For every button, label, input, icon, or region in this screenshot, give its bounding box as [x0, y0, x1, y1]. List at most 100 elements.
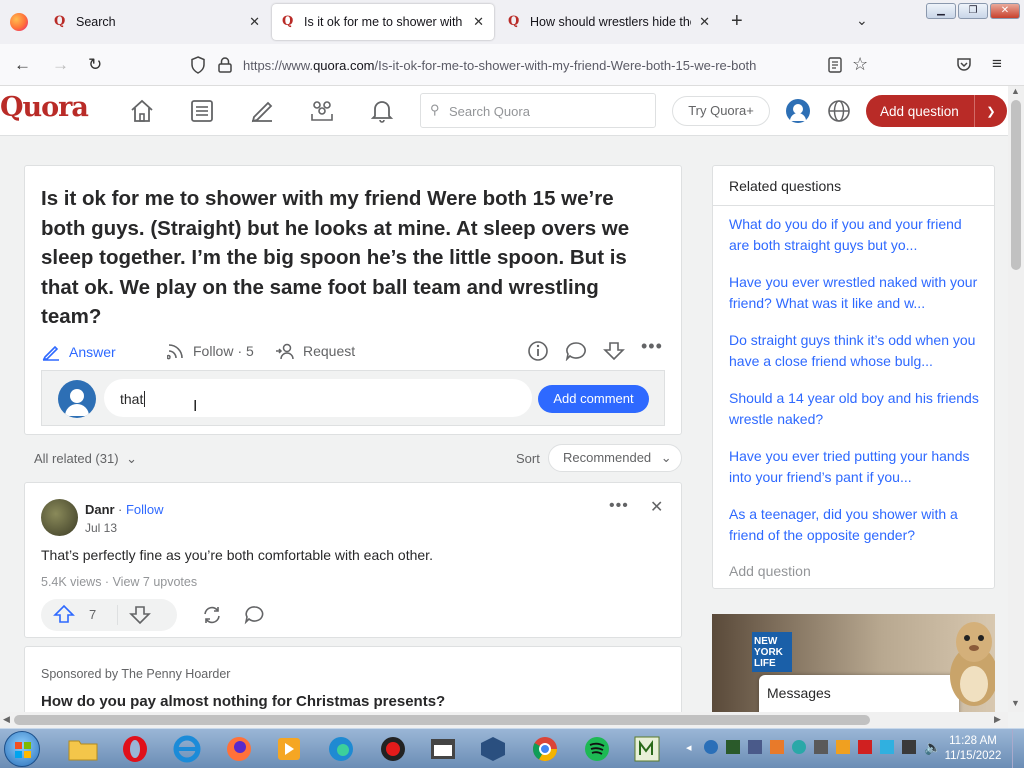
tab-wrestlers[interactable]: Q How should wrestlers hide their ✕: [498, 4, 720, 40]
add-question-link[interactable]: Add question: [729, 563, 811, 579]
more-options-icon[interactable]: •••: [609, 497, 629, 515]
vertical-scrollbar[interactable]: ▲ ▼: [1008, 86, 1024, 712]
reader-view-icon[interactable]: [828, 57, 842, 73]
reload-icon[interactable]: ↻: [88, 55, 102, 75]
chevron-down-icon[interactable]: ❯: [975, 105, 1007, 118]
related-question-link[interactable]: Have you ever wrestled naked with your f…: [729, 272, 979, 314]
tray-app-icon[interactable]: [880, 740, 894, 754]
quora-logo[interactable]: Quora: [0, 92, 89, 123]
answer-button[interactable]: Answer: [41, 342, 116, 362]
volume-speaker-icon[interactable]: 🔈: [924, 739, 941, 756]
tray-app-icon[interactable]: [704, 740, 718, 754]
downvote-icon[interactable]: [603, 341, 625, 361]
dismiss-close-icon[interactable]: ✕: [650, 497, 663, 517]
tray-app-icon[interactable]: [858, 740, 872, 754]
url-text[interactable]: https://www.quora.com/Is-it-ok-for-me-to…: [243, 58, 818, 73]
request-button[interactable]: Request: [275, 342, 355, 360]
notifications-bell-icon[interactable]: [369, 98, 395, 124]
more-options-icon[interactable]: •••: [641, 336, 663, 357]
messages-popup[interactable]: Messages: [759, 675, 959, 712]
info-icon[interactable]: [527, 340, 549, 362]
sort-dropdown[interactable]: Recommended ⌄: [548, 444, 682, 472]
media-player-icon[interactable]: [272, 733, 306, 765]
virtualbox-icon[interactable]: [476, 733, 510, 765]
horizontal-scroll-thumb[interactable]: [14, 715, 870, 725]
pocket-icon[interactable]: [956, 57, 972, 73]
author-name[interactable]: Danr: [85, 502, 115, 517]
scroll-right-arrow-icon[interactable]: ▶: [994, 714, 1001, 725]
tray-app-icon[interactable]: [748, 740, 762, 754]
tray-app-icon[interactable]: [792, 740, 806, 754]
hamburger-menu-icon[interactable]: ≡: [992, 54, 1002, 74]
minimize-window-button[interactable]: ▁: [926, 3, 956, 19]
related-question-link[interactable]: What do you do if you and your friend ar…: [729, 214, 979, 256]
quora-search-input[interactable]: ⚲ Search Quora: [420, 93, 656, 128]
scroll-up-arrow-icon[interactable]: ▲: [1011, 86, 1020, 96]
sponsored-title[interactable]: How do you pay almost nothing for Christ…: [41, 693, 445, 710]
screen-recorder-icon[interactable]: [376, 733, 410, 765]
close-tab-icon[interactable]: ✕: [473, 14, 484, 30]
sponsored-card[interactable]: Sponsored by The Penny Hoarder How do yo…: [24, 646, 682, 716]
tray-expand-arrow-icon[interactable]: ◂: [686, 741, 692, 754]
horizontal-scrollbar[interactable]: ◀ ▶: [0, 712, 1008, 728]
try-quora-plus-button[interactable]: Try Quora+: [672, 96, 770, 126]
question-title[interactable]: Is it ok for me to shower with my friend…: [41, 184, 661, 332]
tab-search[interactable]: Q Search ✕: [44, 4, 270, 40]
follow-author-link[interactable]: · Follow: [118, 502, 164, 517]
view-upvotes-link[interactable]: View 7 upvotes: [113, 575, 198, 589]
list-all-tabs-chevron-icon[interactable]: ⌄: [856, 12, 868, 29]
lock-icon[interactable]: [218, 57, 232, 73]
internet-explorer-icon[interactable]: [170, 733, 204, 765]
firefox-taskbar-icon[interactable]: [222, 733, 256, 765]
firefox-logo-icon[interactable]: [10, 13, 28, 31]
network-icon[interactable]: [902, 740, 916, 754]
related-question-link[interactable]: As a teenager, did you shower with a fri…: [729, 504, 979, 546]
close-tab-icon[interactable]: ✕: [699, 14, 710, 30]
spotify-icon[interactable]: [580, 733, 614, 765]
comment-bubble-icon[interactable]: [244, 605, 266, 625]
spaces-icon[interactable]: [309, 98, 335, 124]
close-tab-icon[interactable]: ✕: [249, 14, 260, 30]
tray-app-icon[interactable]: [770, 740, 784, 754]
close-window-button[interactable]: ✕: [990, 3, 1020, 19]
add-question-button[interactable]: Add question ❯: [866, 95, 1007, 127]
comment-bubble-icon[interactable]: [565, 341, 587, 361]
related-question-link[interactable]: Should a 14 year old boy and his friends…: [729, 388, 979, 430]
bookmark-star-icon[interactable]: ☆: [852, 54, 868, 75]
language-globe-icon[interactable]: [826, 98, 852, 124]
scroll-down-arrow-icon[interactable]: ▼: [1011, 698, 1020, 708]
related-question-link[interactable]: Have you ever tried putting your hands i…: [729, 446, 979, 488]
follow-question-button[interactable]: Follow · 5: [167, 342, 254, 360]
tray-app-icon[interactable]: [814, 740, 828, 754]
answer-date[interactable]: Jul 13: [85, 521, 117, 535]
vertical-scroll-thumb[interactable]: [1011, 100, 1021, 270]
edge-browser-icon[interactable]: [324, 733, 358, 765]
write-answer-icon[interactable]: [249, 98, 275, 124]
system-clock[interactable]: 11:28 AM 11/15/2022: [940, 734, 1006, 764]
321-player-icon[interactable]: [426, 733, 460, 765]
tab-current-question[interactable]: Q Is it ok for me to shower with m ✕: [272, 4, 494, 40]
file-explorer-folder-icon[interactable]: [66, 733, 100, 765]
all-related-filter[interactable]: All related (31) ⌄: [34, 451, 137, 467]
address-bar[interactable]: https://www.quora.com/Is-it-ok-for-me-to…: [182, 50, 882, 80]
opera-browser-icon[interactable]: [118, 733, 152, 765]
related-question-link[interactable]: Do straight guys think it’s odd when you…: [729, 330, 979, 372]
following-list-icon[interactable]: [189, 98, 215, 124]
show-desktop-button[interactable]: [1012, 729, 1024, 768]
scroll-left-arrow-icon[interactable]: ◀: [3, 714, 10, 725]
upvote-icon[interactable]: [53, 604, 75, 624]
advertisement-banner[interactable]: NEW YORK LIFE Messages: [712, 614, 995, 712]
downvote-icon[interactable]: [129, 605, 151, 625]
tracking-shield-icon[interactable]: [190, 56, 206, 74]
forward-arrow-icon[interactable]: →: [52, 55, 69, 75]
new-tab-plus-icon[interactable]: +: [731, 10, 743, 33]
restore-window-button[interactable]: ❐: [958, 3, 988, 19]
share-reshare-icon[interactable]: [201, 605, 223, 625]
back-arrow-icon[interactable]: ←: [14, 55, 31, 75]
tray-app-icon[interactable]: [726, 740, 740, 754]
add-comment-button[interactable]: Add comment: [538, 385, 649, 413]
chrome-browser-icon[interactable]: [528, 733, 562, 765]
author-avatar[interactable]: [41, 499, 78, 536]
home-icon[interactable]: [129, 98, 155, 124]
notepad-plus-icon[interactable]: [630, 733, 664, 765]
